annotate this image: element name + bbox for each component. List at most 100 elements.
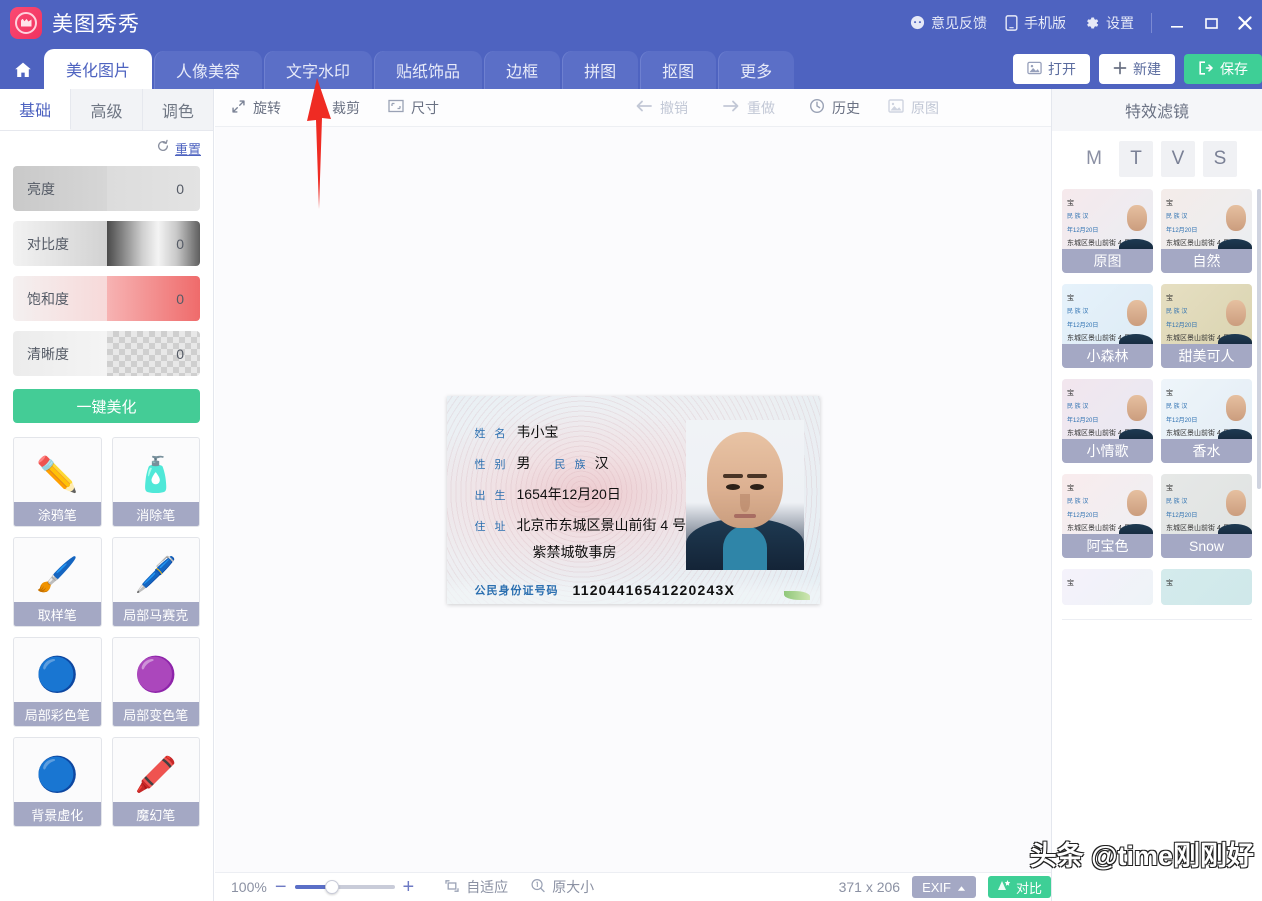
filter-letter-s[interactable]: S: [1203, 141, 1237, 177]
tab-border[interactable]: 边框: [484, 51, 561, 89]
tab-beautify-photo[interactable]: 美化图片: [44, 49, 153, 89]
new-button[interactable]: 新建: [1099, 54, 1175, 84]
left-tab-advanced[interactable]: 高级: [71, 89, 143, 130]
tab-collage[interactable]: 拼图: [562, 51, 639, 89]
filter-item-little-forest[interactable]: 宝民 族 汉年12月20日东城区景山前街 4 号敬事房 小森林: [1062, 284, 1153, 368]
zoom-slider[interactable]: [294, 880, 395, 894]
canvas-area[interactable]: 姓 名 韦小宝 性 别 男 民 族 汉 出 生 1654 年 12 月 20 日…: [215, 127, 1051, 872]
tab-cutout[interactable]: 抠图: [640, 51, 717, 89]
mobile-version-label: 手机版: [1024, 14, 1066, 31]
filter-item-natural[interactable]: 宝民 族 汉年12月20日东城区景山前街 4 号敬事房 自然: [1161, 189, 1252, 273]
maximize-button[interactable]: [1194, 0, 1228, 45]
id-birth-day: 20: [591, 485, 607, 502]
slider-value[interactable]: 0: [106, 221, 200, 266]
filter-item-next-right[interactable]: 宝: [1161, 569, 1252, 605]
undo-button[interactable]: 撤销: [635, 98, 688, 118]
zoom-in-icon[interactable]: +: [403, 877, 415, 897]
id-nation-label: 民 族: [554, 458, 589, 471]
tab-label: 拼图: [584, 64, 617, 81]
tab-label: 人像美容: [176, 64, 241, 81]
tool-sample-pen[interactable]: 🖌️ 取样笔: [13, 537, 102, 627]
slider-value[interactable]: 0: [106, 166, 200, 211]
slider-value[interactable]: 0: [106, 276, 200, 321]
tool-local-mosaic[interactable]: 🖊️ 局部马赛克: [111, 537, 200, 627]
reset-row[interactable]: 重置: [0, 131, 213, 162]
tool-doodle-pen[interactable]: ✏️ 涂鸦笔: [13, 437, 102, 527]
slider-saturation[interactable]: 饱和度 0: [13, 276, 200, 321]
filter-item-sweet[interactable]: 宝民 族 汉年12月20日东城区景山前街 4 号敬事房 甜美可人: [1161, 284, 1252, 368]
compare-button[interactable]: 对比: [987, 876, 1051, 898]
app-title: 美图秀秀: [52, 12, 140, 36]
id-name-label: 姓 名: [474, 427, 509, 440]
id-card-fields: 姓 名 韦小宝 性 别 男 民 族 汉 出 生 1654 年 12 月 20 日…: [475, 422, 687, 562]
original-image-button[interactable]: 原图: [888, 98, 939, 118]
left-tab-label: 基础: [19, 103, 52, 120]
filter-letter-v[interactable]: V: [1161, 141, 1195, 177]
left-tab-color[interactable]: 调色: [142, 89, 213, 130]
exif-button[interactable]: EXIF: [912, 876, 976, 898]
history-label: 历史: [832, 99, 860, 116]
filters-scrollbar[interactable]: [1257, 189, 1261, 489]
tool-magic-pen[interactable]: 🖍️ 魔幻笔: [111, 737, 200, 827]
id-card-image[interactable]: 姓 名 韦小宝 性 别 男 民 族 汉 出 生 1654 年 12 月 20 日…: [446, 395, 820, 604]
tab-portrait-beauty[interactable]: 人像美容: [154, 51, 263, 89]
id-birth-month-unit: 月: [577, 485, 592, 502]
id-row-name: 姓 名 韦小宝: [475, 422, 687, 442]
slider-contrast[interactable]: 对比度 0: [13, 221, 200, 266]
zoom-level: 100%: [231, 879, 267, 895]
actual-size-button[interactable]: 原大小: [530, 877, 594, 897]
save-export-icon: [1198, 60, 1214, 78]
redo-button[interactable]: 重做: [722, 98, 775, 118]
filter-item-next-left[interactable]: 宝: [1062, 569, 1153, 605]
canvas-toolbar-right: 撤销 重做 历史 原图: [635, 98, 973, 118]
filter-item-snow[interactable]: 宝民 族 汉年12月20日东城区景山前街 4 号敬事房 Snow: [1161, 474, 1252, 558]
local-color-pen-icon: 🔵: [36, 656, 79, 694]
slider-label: 亮度: [13, 166, 107, 211]
size-button[interactable]: 尺寸: [388, 98, 439, 118]
slider-brightness[interactable]: 亮度 0: [13, 166, 200, 211]
feedback-button[interactable]: 意见反馈: [901, 0, 996, 45]
save-button[interactable]: 保存: [1184, 54, 1262, 84]
tab-stickers[interactable]: 贴纸饰品: [374, 51, 483, 89]
compare-label: 对比: [1015, 880, 1042, 896]
tool-grid: ✏️ 涂鸦笔 🧴 消除笔 🖌️ 取样笔 🖊️ 局部马赛克 🔵 局部彩色笔 🟣 局…: [0, 423, 213, 827]
slider-label: 清晰度: [13, 331, 107, 376]
slider-value[interactable]: 0: [106, 331, 201, 376]
open-button[interactable]: 打开: [1013, 54, 1090, 84]
minimize-button[interactable]: [1160, 0, 1194, 45]
home-icon[interactable]: [2, 51, 44, 89]
id-sex-value: 男: [516, 454, 531, 471]
settings-button[interactable]: 设置: [1075, 0, 1143, 45]
slider-sharpness[interactable]: 清晰度 0: [13, 331, 200, 376]
zoom-out-icon[interactable]: −: [275, 877, 287, 897]
filter-item-perfume[interactable]: 宝民 族 汉年12月20日东城区景山前街 4 号敬事房 香水: [1161, 379, 1252, 463]
redo-label: 重做: [747, 99, 775, 116]
tool-label: 背景虚化: [14, 802, 101, 826]
one-click-beautify-button[interactable]: 一键美化: [13, 389, 200, 423]
rotate-label: 旋转: [253, 99, 281, 116]
tab-bar-actions: 打开 新建 保存: [1004, 54, 1262, 89]
fit-screen-button[interactable]: 自适应: [444, 877, 508, 897]
history-button[interactable]: 历史: [809, 98, 860, 118]
left-tab-basic[interactable]: 基础: [0, 89, 72, 130]
tab-more[interactable]: 更多: [718, 51, 795, 89]
filter-item-original[interactable]: 宝民 族 汉年12月20日东城区景山前街 4 号敬事房 原图: [1062, 189, 1153, 273]
id-row-birth: 出 生 1654 年 12 月 20 日: [475, 484, 687, 504]
filter-letter-t[interactable]: T: [1119, 141, 1153, 177]
mobile-version-button[interactable]: 手机版: [996, 0, 1075, 45]
tool-local-color-pen[interactable]: 🔵 局部彩色笔: [13, 637, 102, 727]
filter-item-love-song[interactable]: 宝民 族 汉年12月20日东城区景山前街 4 号敬事房 小情歌: [1062, 379, 1153, 463]
zoom-slider-handle[interactable]: [324, 880, 339, 894]
close-button[interactable]: [1228, 0, 1262, 45]
tool-eraser-pen[interactable]: 🧴 消除笔: [111, 437, 200, 527]
rotate-button[interactable]: 旋转: [231, 98, 281, 118]
tool-background-blur[interactable]: 🔵 背景虚化: [13, 737, 102, 827]
new-label: 新建: [1133, 61, 1161, 77]
filter-label: Snow: [1161, 534, 1252, 558]
tool-local-recolor-pen[interactable]: 🟣 局部变色笔: [111, 637, 200, 727]
id-address-line1: 北京市东城区景山前街 4 号: [516, 516, 687, 533]
tool-label: 魔幻笔: [112, 802, 199, 826]
size-label: 尺寸: [411, 99, 439, 116]
filter-letter-m[interactable]: M: [1077, 141, 1111, 177]
filter-item-abao-color[interactable]: 宝民 族 汉年12月20日东城区景山前街 4 号敬事房 阿宝色: [1062, 474, 1153, 558]
